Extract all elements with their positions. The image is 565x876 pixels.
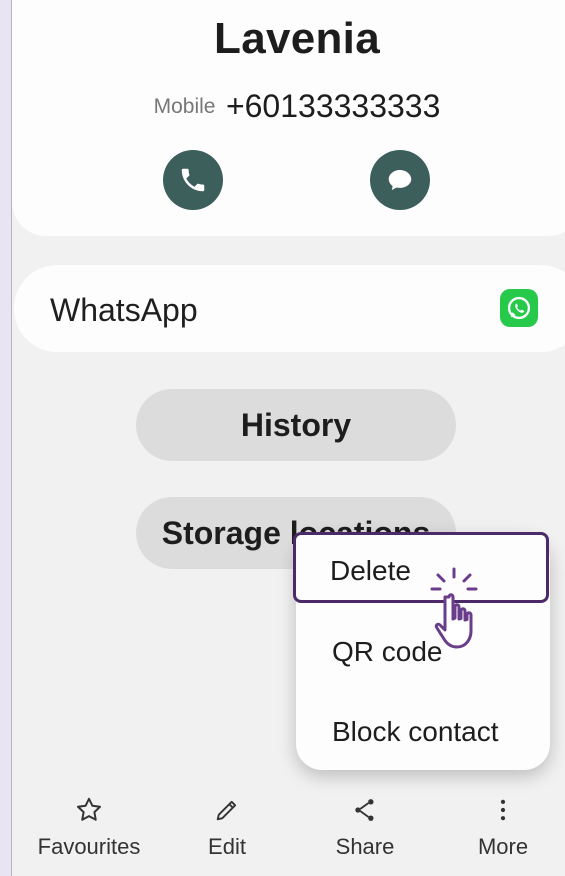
share-label: Share: [335, 834, 395, 859]
edit-label: Edit: [208, 834, 246, 859]
favourites-button[interactable]: Favourites: [19, 786, 159, 876]
favourites-label: Favourites: [37, 834, 141, 859]
contact-header-card: Lavenia Mobile +60133333333: [12, 0, 565, 236]
star-icon: [77, 797, 101, 821]
message-button[interactable]: [370, 150, 430, 210]
menu-item-delete[interactable]: Delete: [293, 532, 549, 603]
share-icon: [355, 799, 374, 821]
contact-name: Lavenia: [214, 14, 380, 63]
more-vertical-icon: [500, 799, 506, 821]
phone-type-label: Mobile: [153, 95, 216, 118]
bottom-action-bar: Favourites Edit Share More: [12, 786, 565, 876]
menu-item-delete-label: Delete: [330, 555, 411, 586]
contact-details-screen: Lavenia Mobile +60133333333 WhatsApp His…: [12, 0, 565, 876]
edit-button[interactable]: Edit: [157, 786, 297, 876]
phone-row[interactable]: Mobile +60133333333: [12, 88, 565, 125]
phone-number: +60133333333: [225, 88, 441, 124]
menu-item-block-contact[interactable]: Block contact: [332, 716, 499, 748]
phone-icon: [181, 168, 205, 192]
more-label: More: [477, 834, 529, 859]
pencil-icon: [216, 800, 237, 821]
whatsapp-icon[interactable]: [500, 289, 538, 327]
call-button[interactable]: [163, 150, 223, 210]
whatsapp-label: WhatsApp: [50, 292, 198, 328]
share-button[interactable]: Share: [295, 786, 435, 876]
chat-bubble-icon: [388, 170, 412, 190]
whatsapp-row[interactable]: WhatsApp: [14, 265, 565, 352]
pointer-hand-icon: [430, 567, 478, 649]
history-button[interactable]: History: [136, 389, 456, 461]
more-button[interactable]: More: [433, 786, 565, 876]
